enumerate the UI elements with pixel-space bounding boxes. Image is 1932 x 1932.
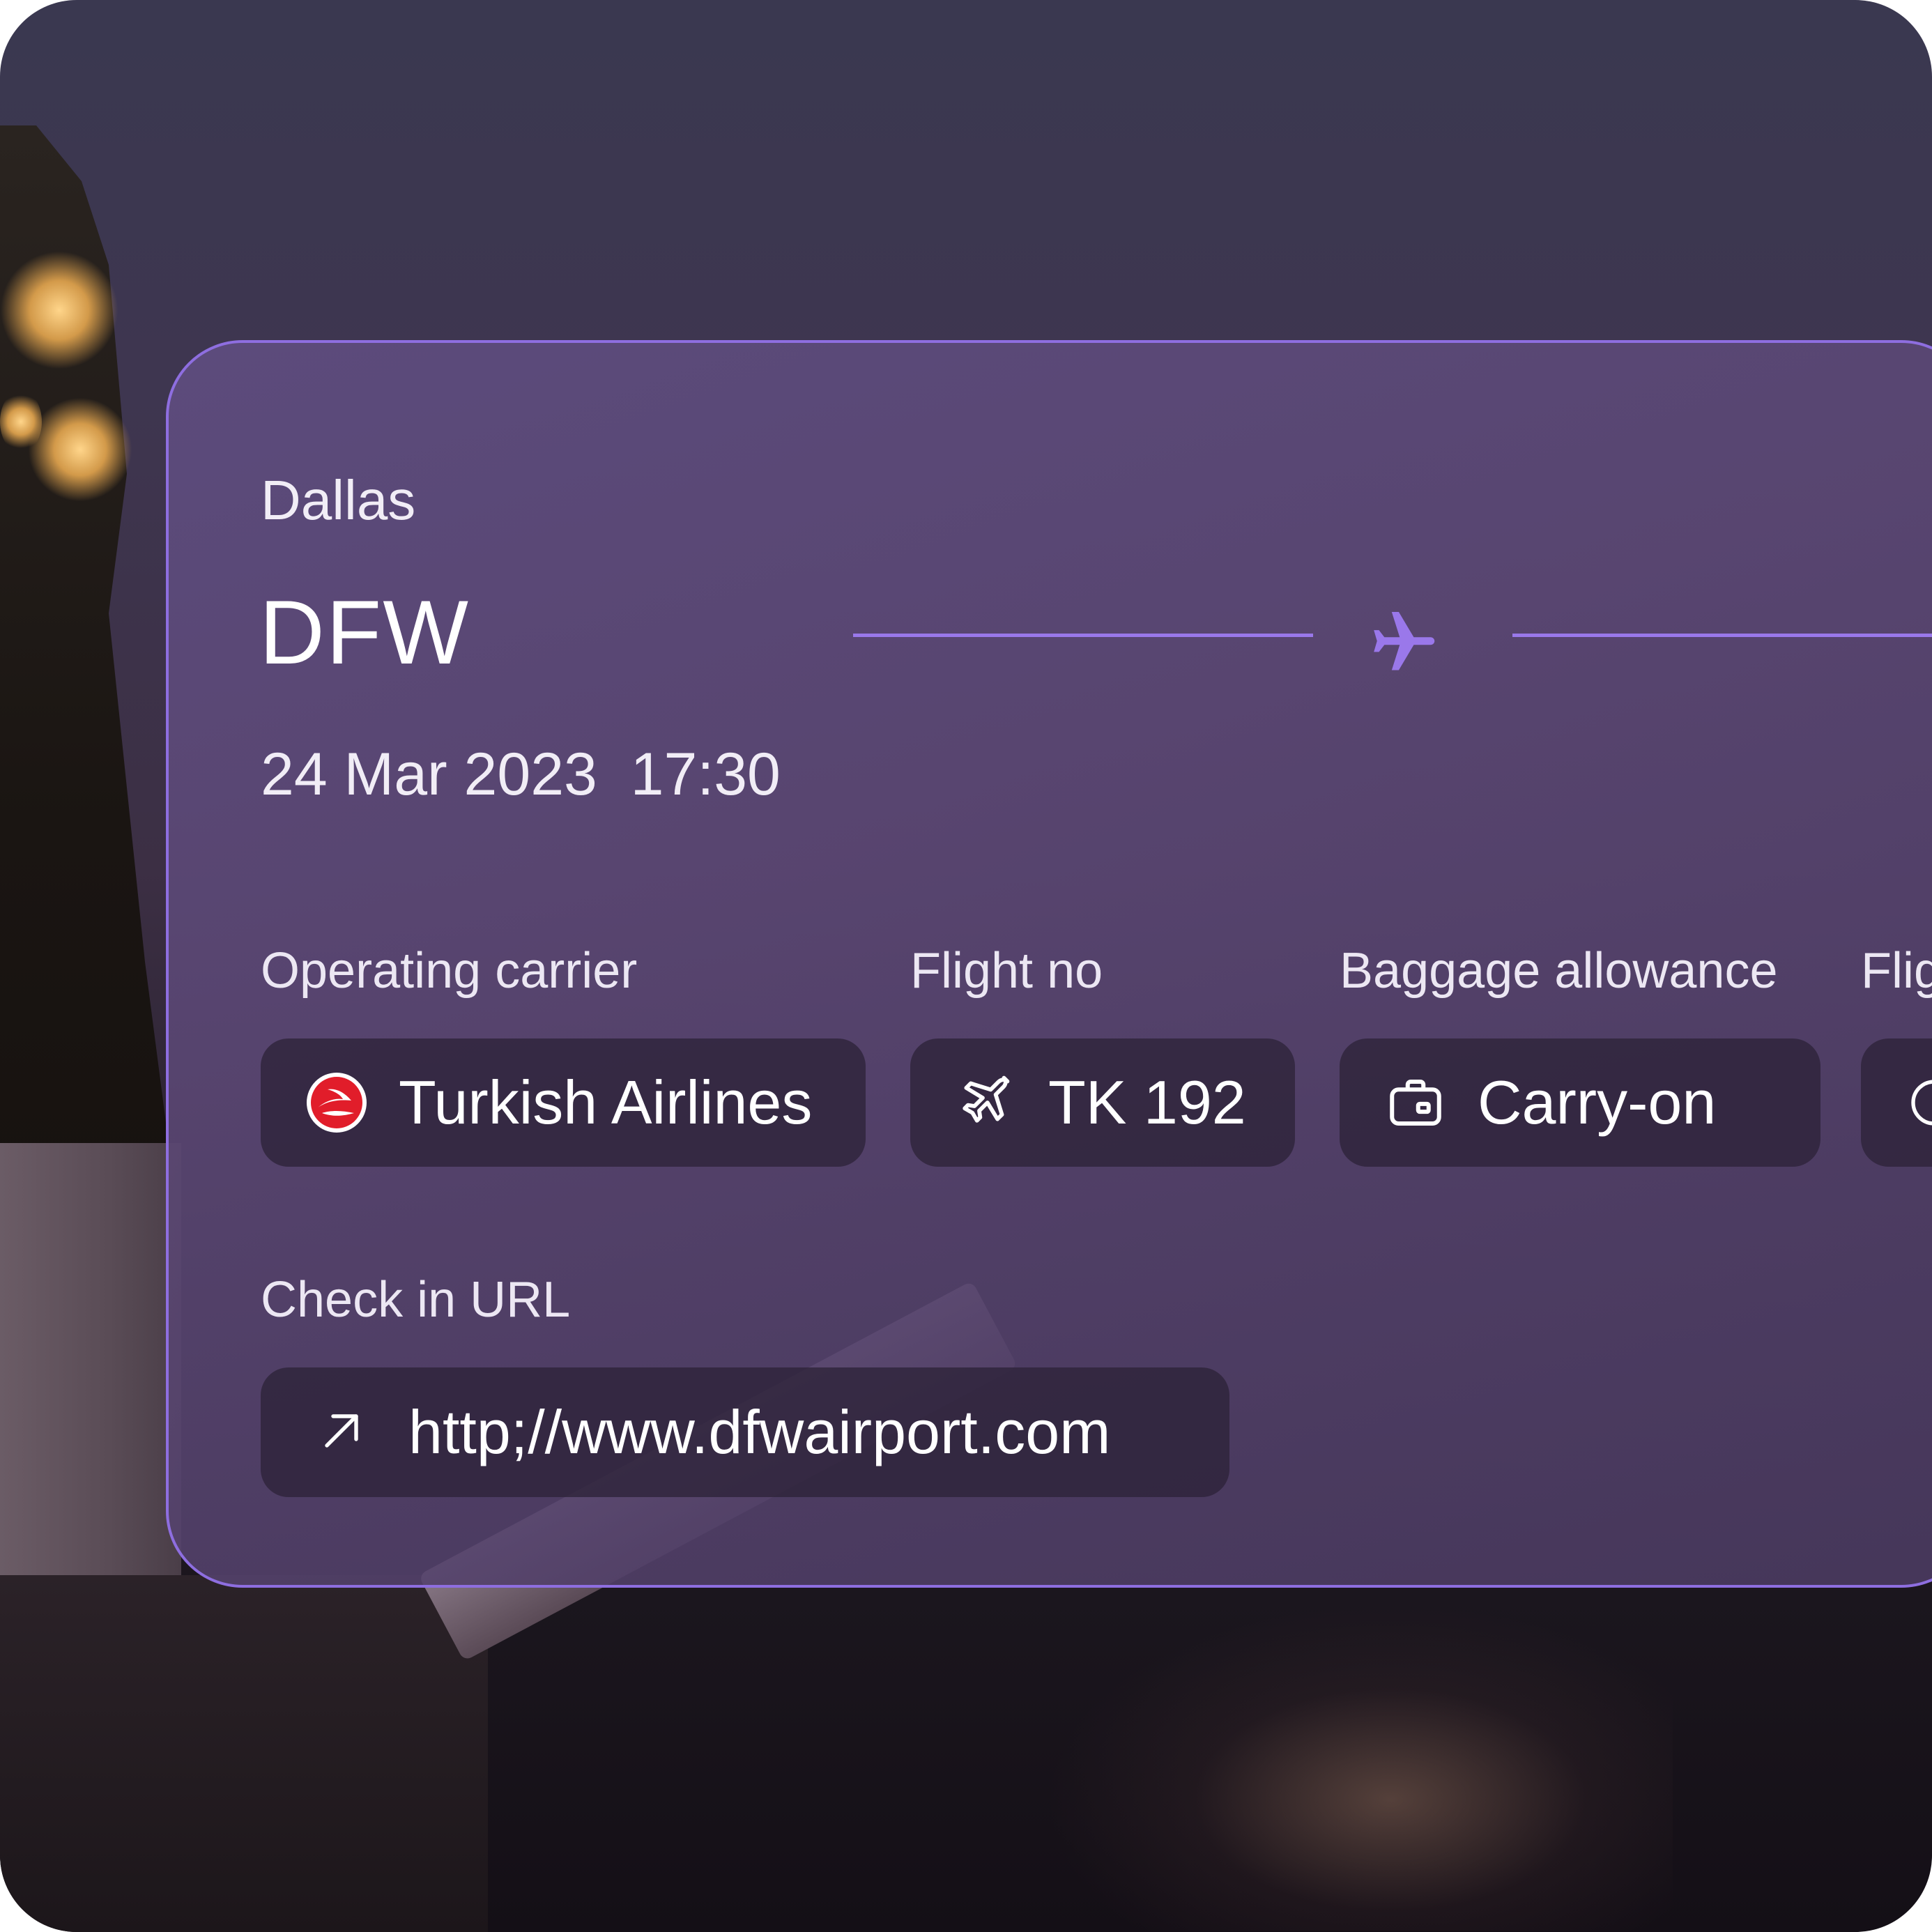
baggage-pill: Carry-on bbox=[1340, 1038, 1820, 1167]
airplane-icon bbox=[1374, 612, 1435, 670]
check-in-url-link[interactable]: http;//www.dfwairport.com bbox=[261, 1367, 1229, 1497]
departure-airport-code: DFW bbox=[259, 581, 470, 683]
background-photo: Dallas DFW 24 Mar 2023 17:30 Operating c… bbox=[0, 0, 1932, 1932]
operating-carrier-label: Operating carrier bbox=[261, 943, 638, 999]
lamp-glow bbox=[0, 251, 118, 369]
bridge-structure bbox=[0, 1575, 488, 1932]
route-line-left bbox=[853, 634, 1313, 637]
flight-number-pill: TK 192 bbox=[910, 1038, 1295, 1167]
clock-icon bbox=[1903, 1071, 1932, 1134]
flight-no-label: Flight no bbox=[910, 943, 1103, 999]
carrier-name: Turkish Airlines bbox=[399, 1068, 813, 1137]
route-line-right bbox=[1512, 634, 1932, 637]
lamp-glow bbox=[28, 397, 132, 502]
water-reflection bbox=[1045, 1603, 1673, 1931]
baggage-type: Carry-on bbox=[1478, 1068, 1717, 1137]
flight-card: Dallas DFW 24 Mar 2023 17:30 Operating c… bbox=[166, 340, 1932, 1588]
flight-number: TK 192 bbox=[1048, 1068, 1246, 1137]
airplane-outline-icon bbox=[955, 1071, 1018, 1134]
baggage-allowance-label: Baggage allowance bbox=[1340, 943, 1778, 999]
check-in-url-label: Check in URL bbox=[261, 1272, 571, 1328]
lamp-glow bbox=[0, 390, 42, 453]
arrow-up-right-icon bbox=[316, 1406, 367, 1459]
briefcase-icon bbox=[1384, 1071, 1447, 1134]
flight-status-pill bbox=[1861, 1038, 1932, 1167]
check-in-url-text[interactable]: http;//www.dfwairport.com bbox=[408, 1397, 1110, 1468]
departure-datetime: 24 Mar 2023 17:30 bbox=[261, 741, 781, 808]
bridge-parapet bbox=[0, 1143, 181, 1575]
departure-city: Dallas bbox=[261, 469, 416, 531]
carrier-pill: Turkish Airlines bbox=[261, 1038, 866, 1167]
turkish-airlines-logo bbox=[305, 1071, 368, 1134]
flight-status-label: Flig bbox=[1861, 943, 1932, 999]
